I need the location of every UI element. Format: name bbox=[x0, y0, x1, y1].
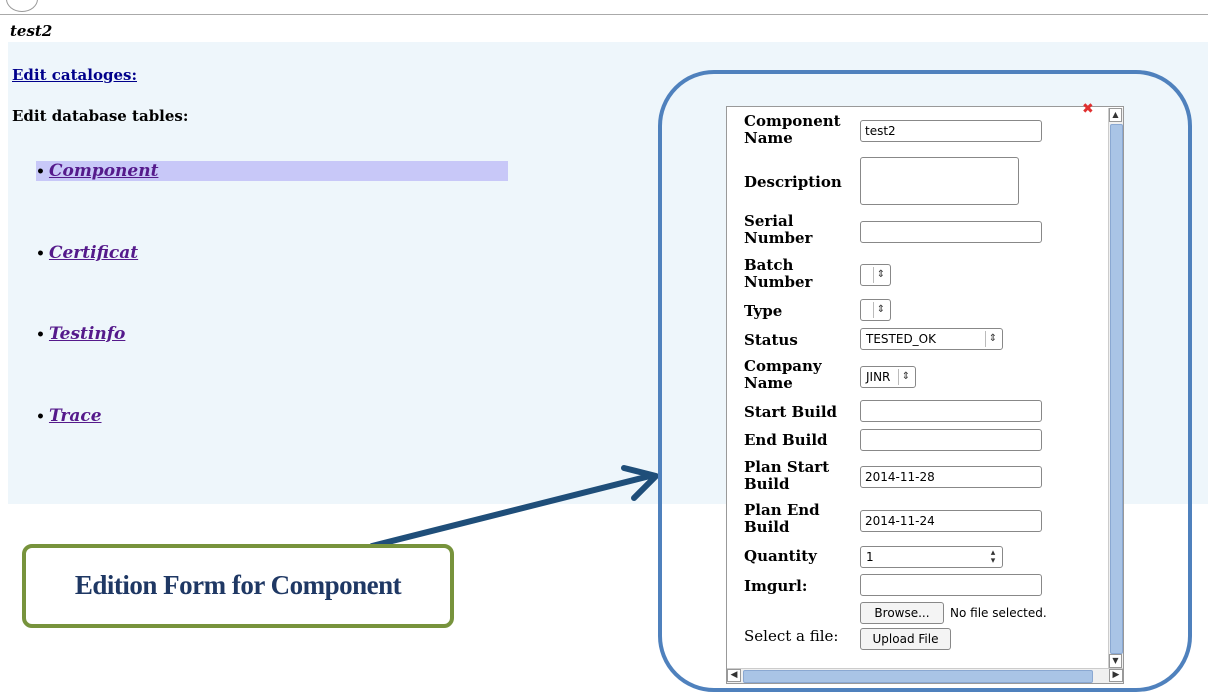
start-build-field[interactable] bbox=[860, 400, 1042, 422]
scroll-up-icon[interactable]: ▲ bbox=[1109, 108, 1122, 122]
plan-end-build-field[interactable]: 2014-11-24 bbox=[860, 510, 1042, 532]
scroll-right-icon[interactable]: ▶ bbox=[1109, 669, 1123, 682]
no-file-text: No file selected. bbox=[950, 606, 1047, 620]
serial-number-label: Serial Number bbox=[744, 212, 813, 247]
description-textarea[interactable] bbox=[860, 157, 1019, 205]
close-icon[interactable]: ✖ bbox=[1082, 101, 1094, 117]
type-select[interactable]: ⇕ bbox=[860, 299, 891, 321]
plan-start-build-label: Plan Start Build bbox=[744, 458, 830, 493]
horizontal-scrollbar[interactable]: ◀ ▶ bbox=[727, 668, 1123, 683]
annotation-callout: Edition Form for Component bbox=[22, 544, 454, 628]
plan-end-build-label: Plan End Build bbox=[744, 501, 820, 536]
plan-start-build-field[interactable]: 2014-11-28 bbox=[860, 466, 1042, 488]
type-label: Type bbox=[744, 302, 783, 320]
status-label: Status bbox=[744, 331, 798, 349]
quantity-label: Quantity bbox=[744, 547, 817, 565]
select-file-label: Select a file: bbox=[744, 627, 839, 645]
chevron-updown-icon: ⇕ bbox=[873, 302, 888, 318]
imgurl-field[interactable] bbox=[860, 574, 1042, 596]
end-build-field[interactable] bbox=[860, 429, 1042, 451]
annotation-label: Edition Form for Component bbox=[74, 570, 402, 600]
company-name-value: JINR bbox=[866, 370, 891, 384]
vertical-scrollbar[interactable]: ▲ ▼ bbox=[1108, 108, 1123, 668]
company-name-select[interactable]: JINR ⇕ bbox=[860, 366, 916, 388]
scroll-down-icon[interactable]: ▼ bbox=[1109, 654, 1122, 668]
serial-number-field[interactable] bbox=[860, 221, 1042, 243]
batch-number-label: Batch Number bbox=[744, 256, 813, 291]
scroll-thumb[interactable] bbox=[1110, 124, 1123, 654]
chevron-updown-icon: ⇕ bbox=[898, 369, 913, 385]
quantity-value: 1 bbox=[866, 550, 874, 564]
company-name-label: Company Name bbox=[744, 357, 822, 392]
description-label: Description bbox=[744, 173, 842, 191]
scroll-left-icon[interactable]: ◀ bbox=[727, 669, 741, 682]
status-select[interactable]: TESTED_OK ⇕ bbox=[860, 328, 1003, 350]
chevron-updown-icon: ⇕ bbox=[873, 267, 888, 283]
component-name-field[interactable]: test2 bbox=[860, 120, 1042, 142]
spinner-arrows-icon: ▴ ▾ bbox=[990, 548, 996, 566]
scroll-thumb[interactable] bbox=[743, 670, 1093, 683]
start-build-label: Start Build bbox=[744, 403, 838, 421]
browse-button[interactable]: Browse... bbox=[860, 602, 944, 624]
imgurl-label: Imgurl: bbox=[744, 577, 808, 595]
chevron-updown-icon: ⇕ bbox=[985, 331, 1000, 347]
status-value: TESTED_OK bbox=[866, 332, 936, 346]
end-build-label: End Build bbox=[744, 431, 828, 449]
component-name-label: Component Name bbox=[744, 112, 841, 147]
batch-number-select[interactable]: ⇕ bbox=[860, 264, 891, 286]
quantity-stepper[interactable]: 1 ▴ ▾ bbox=[860, 546, 1003, 568]
upload-file-button[interactable]: Upload File bbox=[860, 628, 951, 650]
